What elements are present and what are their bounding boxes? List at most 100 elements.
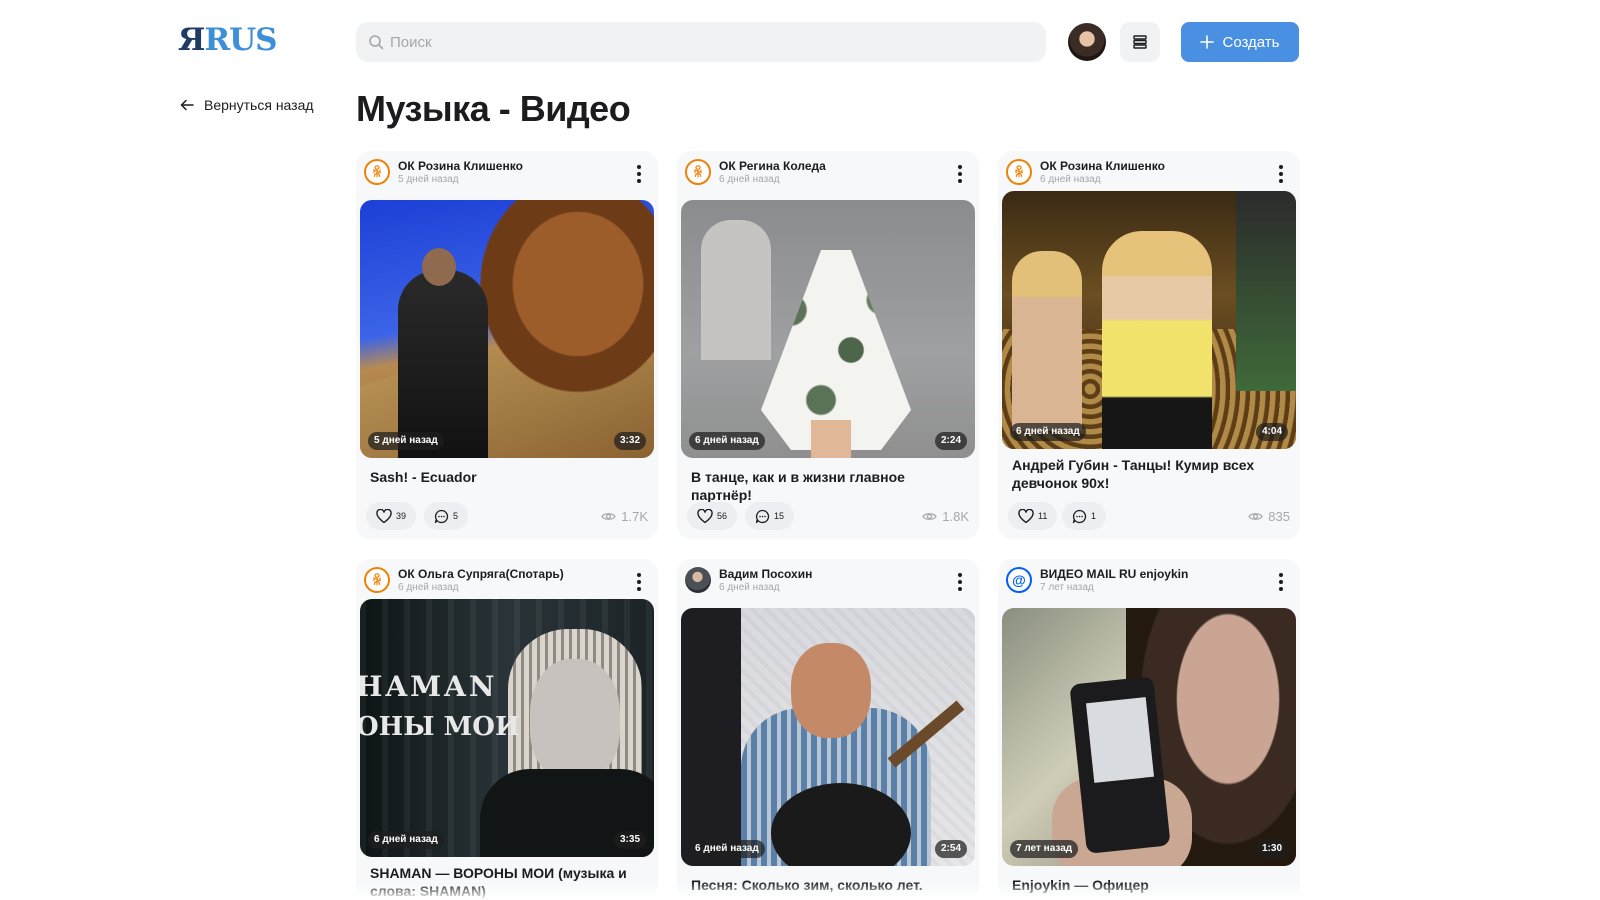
video-thumbnail[interactable]: 6 дней назад 2:54 (681, 608, 975, 866)
heart-icon (697, 508, 713, 523)
post-time: 7 лет назад (1040, 582, 1094, 593)
duration-badge: 3:32 (613, 432, 646, 450)
video-card[interactable]: ꆜ ОК Ольга Супряга(Спотарь) 6 дней назад… (356, 559, 658, 900)
view-count: 1.8K (922, 502, 969, 530)
card-header: ꆜ ОК Регина Коледа 6 дней назад (683, 157, 973, 189)
like-button[interactable]: 56 (687, 502, 738, 530)
duration-badge: 2:24 (934, 432, 967, 450)
comment-button[interactable]: 1 (1062, 502, 1107, 530)
post-time: 5 дней назад (398, 174, 459, 185)
like-count: 56 (717, 511, 728, 521)
view-count-value: 835 (1268, 508, 1290, 524)
view-count: 835 (1248, 502, 1290, 530)
logo[interactable]: ЯRUS (178, 22, 278, 58)
card-stats: 56 15 1.8K (687, 502, 969, 530)
channel-name[interactable]: ОК Розина Клишенко (1040, 159, 1165, 173)
video-card[interactable]: ꆜ ОК Регина Коледа 6 дней назад 6 дней н… (677, 151, 979, 539)
card-header: ꆜ ОК Розина Клишенко 5 дней назад (362, 157, 652, 189)
video-thumbnail[interactable]: 6 дней назад 4:04 (1002, 191, 1296, 449)
eye-icon (1248, 512, 1264, 520)
channel-name[interactable]: Вадим Посохин (719, 567, 812, 581)
more-menu-icon[interactable] (953, 571, 967, 593)
thumbnail-time-badge: 6 дней назад (1010, 423, 1086, 441)
thumbnail-time-badge: 6 дней назад (689, 840, 765, 858)
video-title[interactable]: Андрей Губин - Танцы! Кумир всех девчоно… (1012, 456, 1288, 492)
video-title[interactable]: В танце, как и в жизни главное партнёр! (691, 468, 967, 504)
logo-ya: Я (178, 22, 205, 58)
layout-icon (1133, 35, 1147, 49)
ok-icon: ꆜ (685, 159, 711, 185)
video-card[interactable]: ꆜ ОК Розина Клишенко 5 дней назад 5 дней… (356, 151, 658, 539)
search-bar[interactable] (356, 22, 1046, 62)
video-card[interactable]: ꆜ ОК Розина Клишенко 6 дней назад 6 дней… (998, 151, 1300, 539)
video-card[interactable]: @ ВИДЕО MAIL RU enjoykin 7 лет назад 7 л… (998, 559, 1300, 900)
like-button[interactable]: 39 (366, 502, 417, 530)
video-card[interactable]: Вадим Посохин 6 дней назад 6 дней назад … (677, 559, 979, 900)
card-header: ꆜ ОК Розина Клишенко 6 дней назад (1004, 157, 1294, 189)
more-menu-icon[interactable] (632, 163, 646, 185)
bottom-fade (0, 882, 1600, 900)
like-count: 11 (1038, 511, 1048, 521)
comment-icon (755, 509, 770, 523)
card-stats: 11 1 835 (1008, 502, 1290, 530)
heart-icon (1018, 508, 1034, 523)
search-icon (369, 35, 384, 50)
channel-name[interactable]: ОК Розина Клишенко (398, 159, 523, 173)
channel-name[interactable]: ВИДЕО MAIL RU enjoykin (1040, 567, 1188, 581)
comment-count: 5 (453, 511, 459, 521)
channel-avatar (685, 567, 711, 593)
layout-toggle-button[interactable] (1120, 22, 1160, 62)
create-button[interactable]: Создать (1181, 22, 1299, 62)
more-menu-icon[interactable] (1274, 571, 1288, 593)
post-time: 6 дней назад (719, 174, 780, 185)
card-stats: 39 5 1.7K (366, 502, 648, 530)
ok-icon: ꆜ (364, 159, 390, 185)
video-thumbnail[interactable]: HAMAN ОНЫ МОИ 6 дней назад 3:35 (360, 599, 654, 857)
thumbnail-time-badge: 6 дней назад (689, 432, 765, 450)
card-header: ꆜ ОК Ольга Супряга(Спотарь) 6 дней назад (362, 565, 652, 597)
duration-badge: 4:04 (1255, 423, 1288, 441)
ok-icon: ꆜ (1006, 159, 1032, 185)
video-thumbnail[interactable]: 6 дней назад 2:24 (681, 200, 975, 458)
channel-name[interactable]: ОК Регина Коледа (719, 159, 826, 173)
channel-name[interactable]: ОК Ольга Супряга(Спотарь) (398, 567, 564, 581)
view-count: 1.7K (601, 502, 648, 530)
thumbnail-time-badge: 6 дней назад (368, 831, 444, 849)
more-menu-icon[interactable] (1274, 163, 1288, 185)
thumbnail-text: HAMAN ОНЫ МОИ (360, 670, 520, 742)
plus-icon (1200, 35, 1215, 49)
view-count-value: 1.7K (621, 508, 648, 524)
card-header: @ ВИДЕО MAIL RU enjoykin 7 лет назад (1004, 565, 1294, 597)
back-link-label: Вернуться назад (204, 97, 314, 113)
comment-button[interactable]: 5 (424, 502, 469, 530)
duration-badge: 2:54 (934, 840, 967, 858)
arrow-left-icon (180, 99, 194, 111)
heart-icon (376, 508, 392, 523)
view-count-value: 1.8K (942, 508, 969, 524)
search-input[interactable] (390, 33, 1030, 51)
post-time: 6 дней назад (398, 582, 459, 593)
more-menu-icon[interactable] (953, 163, 967, 185)
card-header: Вадим Посохин 6 дней назад (683, 565, 973, 597)
like-count: 39 (396, 511, 407, 521)
user-avatar[interactable] (1068, 23, 1106, 61)
logo-rus: RUS (204, 22, 277, 58)
comment-count: 1 (1091, 511, 1097, 521)
mail-at-icon: @ (1006, 567, 1032, 593)
eye-icon (922, 512, 937, 520)
back-link[interactable]: Вернуться назад (180, 97, 314, 113)
video-thumbnail[interactable]: 7 лет назад 1:30 (1002, 608, 1296, 866)
like-button[interactable]: 11 (1008, 502, 1058, 530)
thumbnail-time-badge: 5 дней назад (368, 432, 444, 450)
comment-button[interactable]: 15 (745, 502, 795, 530)
video-thumbnail[interactable]: 5 дней назад 3:32 (360, 200, 654, 458)
ok-icon: ꆜ (364, 567, 390, 593)
comment-icon (434, 509, 449, 523)
post-time: 6 дней назад (1040, 174, 1101, 185)
video-title[interactable]: Sash! - Ecuador (370, 468, 646, 486)
more-menu-icon[interactable] (632, 571, 646, 593)
page-title: Музыка - Видео (356, 88, 631, 129)
comment-count: 15 (774, 511, 785, 521)
thumbnail-time-badge: 7 лет назад (1010, 840, 1079, 858)
post-time: 6 дней назад (719, 582, 780, 593)
